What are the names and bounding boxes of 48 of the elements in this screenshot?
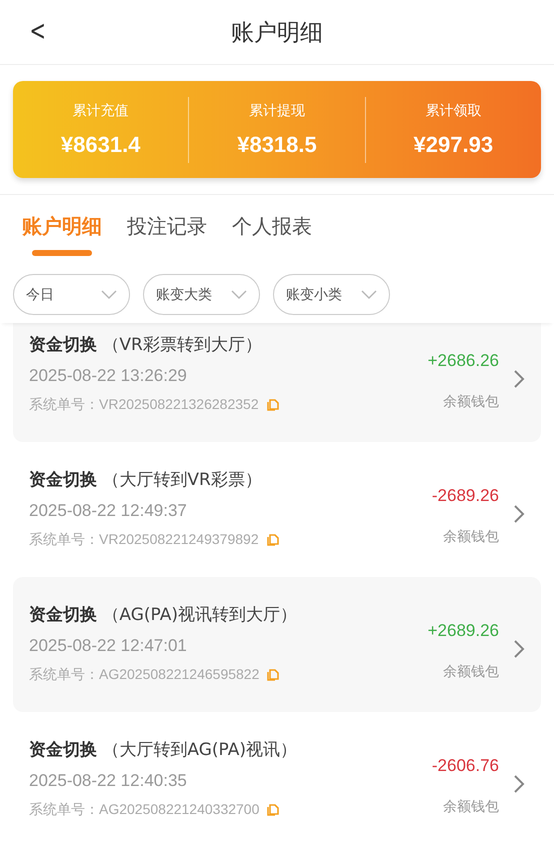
wallet-label: 余额钱包 bbox=[443, 528, 499, 546]
page-title: 账户明细 bbox=[231, 18, 323, 48]
filter-dropdown[interactable]: 账变小类 bbox=[273, 274, 390, 315]
chevron-down-icon bbox=[231, 290, 247, 300]
record-row[interactable]: 资金切换 （大厅转到AG(PA)视讯） 2025-08-22 12:40:35 系统单号：AG202508221240332700 -2606.76 余额钱包 bbox=[13, 712, 541, 835]
order-number: 系统单号：VR202508221326282352 bbox=[29, 396, 259, 414]
summary-value: ¥8318.5 bbox=[237, 132, 317, 158]
summary-label: 累计领取 bbox=[425, 102, 482, 120]
chevron-right-icon bbox=[513, 504, 525, 524]
record-amount: +2689.26 bbox=[428, 620, 499, 640]
copy-icon[interactable] bbox=[266, 399, 279, 411]
record-title: 资金切换 （大厅转到AG(PA)视讯） bbox=[29, 739, 298, 761]
copy-icon[interactable] bbox=[267, 804, 280, 816]
record-amount: -2606.76 bbox=[432, 756, 499, 776]
record-card[interactable]: 资金切换 （AG(PA)视讯转到大厅） 2025-08-22 12:47:01 系统单号：AG202508221246595822 +2689.26 余额钱包 bbox=[13, 577, 541, 712]
tab[interactable]: 个人报表 bbox=[232, 213, 312, 260]
record-title: 资金切换 （AG(PA)视讯转到大厅） bbox=[29, 604, 298, 626]
chevron-right-icon bbox=[513, 638, 525, 658]
summary-value: ¥8631.4 bbox=[60, 132, 140, 158]
wallet-label: 余额钱包 bbox=[443, 798, 499, 816]
wallet-label: 余额钱包 bbox=[443, 392, 499, 410]
record-time: 2025-08-22 12:40:35 bbox=[29, 771, 188, 791]
order-number: 系统单号：VR202508221249379892 bbox=[29, 531, 259, 549]
filter-dropdown[interactable]: 今日 bbox=[13, 274, 130, 315]
chevron-right-icon bbox=[513, 774, 525, 794]
record-title: 资金切换 （VR彩票转到大厅） bbox=[29, 334, 263, 356]
order-number: 系统单号：AG202508221240332700 bbox=[29, 801, 260, 819]
record-time: 2025-08-22 12:49:37 bbox=[29, 501, 188, 521]
record-row[interactable]: 资金切换 （大厅转到VR彩票） 2025-08-22 12:49:37 系统单号：VR202508221249379892 -2689.26 余额钱包 bbox=[13, 442, 541, 577]
chevron-down-icon bbox=[101, 290, 117, 300]
chevron-down-icon bbox=[361, 290, 377, 300]
summary-label: 累计提现 bbox=[248, 102, 305, 120]
copy-icon[interactable] bbox=[267, 669, 280, 681]
summary-label: 累计充值 bbox=[72, 102, 129, 120]
record-time: 2025-08-22 13:26:29 bbox=[29, 366, 188, 386]
copy-icon[interactable] bbox=[266, 534, 279, 546]
record-amount: +2686.26 bbox=[428, 350, 499, 370]
record-amount: -2689.26 bbox=[432, 486, 499, 506]
order-number: 系统单号：AG202508221246595822 bbox=[29, 666, 260, 684]
record-title: 资金切换 （大厅转到VR彩票） bbox=[29, 469, 263, 491]
record-time: 2025-08-22 12:47:01 bbox=[29, 636, 188, 656]
summary-value: ¥297.93 bbox=[414, 132, 494, 158]
wallet-label: 余额钱包 bbox=[443, 662, 499, 680]
chevron-right-icon bbox=[513, 368, 525, 388]
record-card[interactable]: 资金切换 （VR彩票转到大厅） 2025-08-22 13:26:29 系统单号：VR202508221326282352 +2686.26 余额钱包 bbox=[13, 323, 541, 442]
back-button[interactable]: < bbox=[26, 14, 49, 48]
filter-dropdown[interactable]: 账变大类 bbox=[143, 274, 260, 315]
tab[interactable]: 投注记录 bbox=[127, 213, 207, 260]
